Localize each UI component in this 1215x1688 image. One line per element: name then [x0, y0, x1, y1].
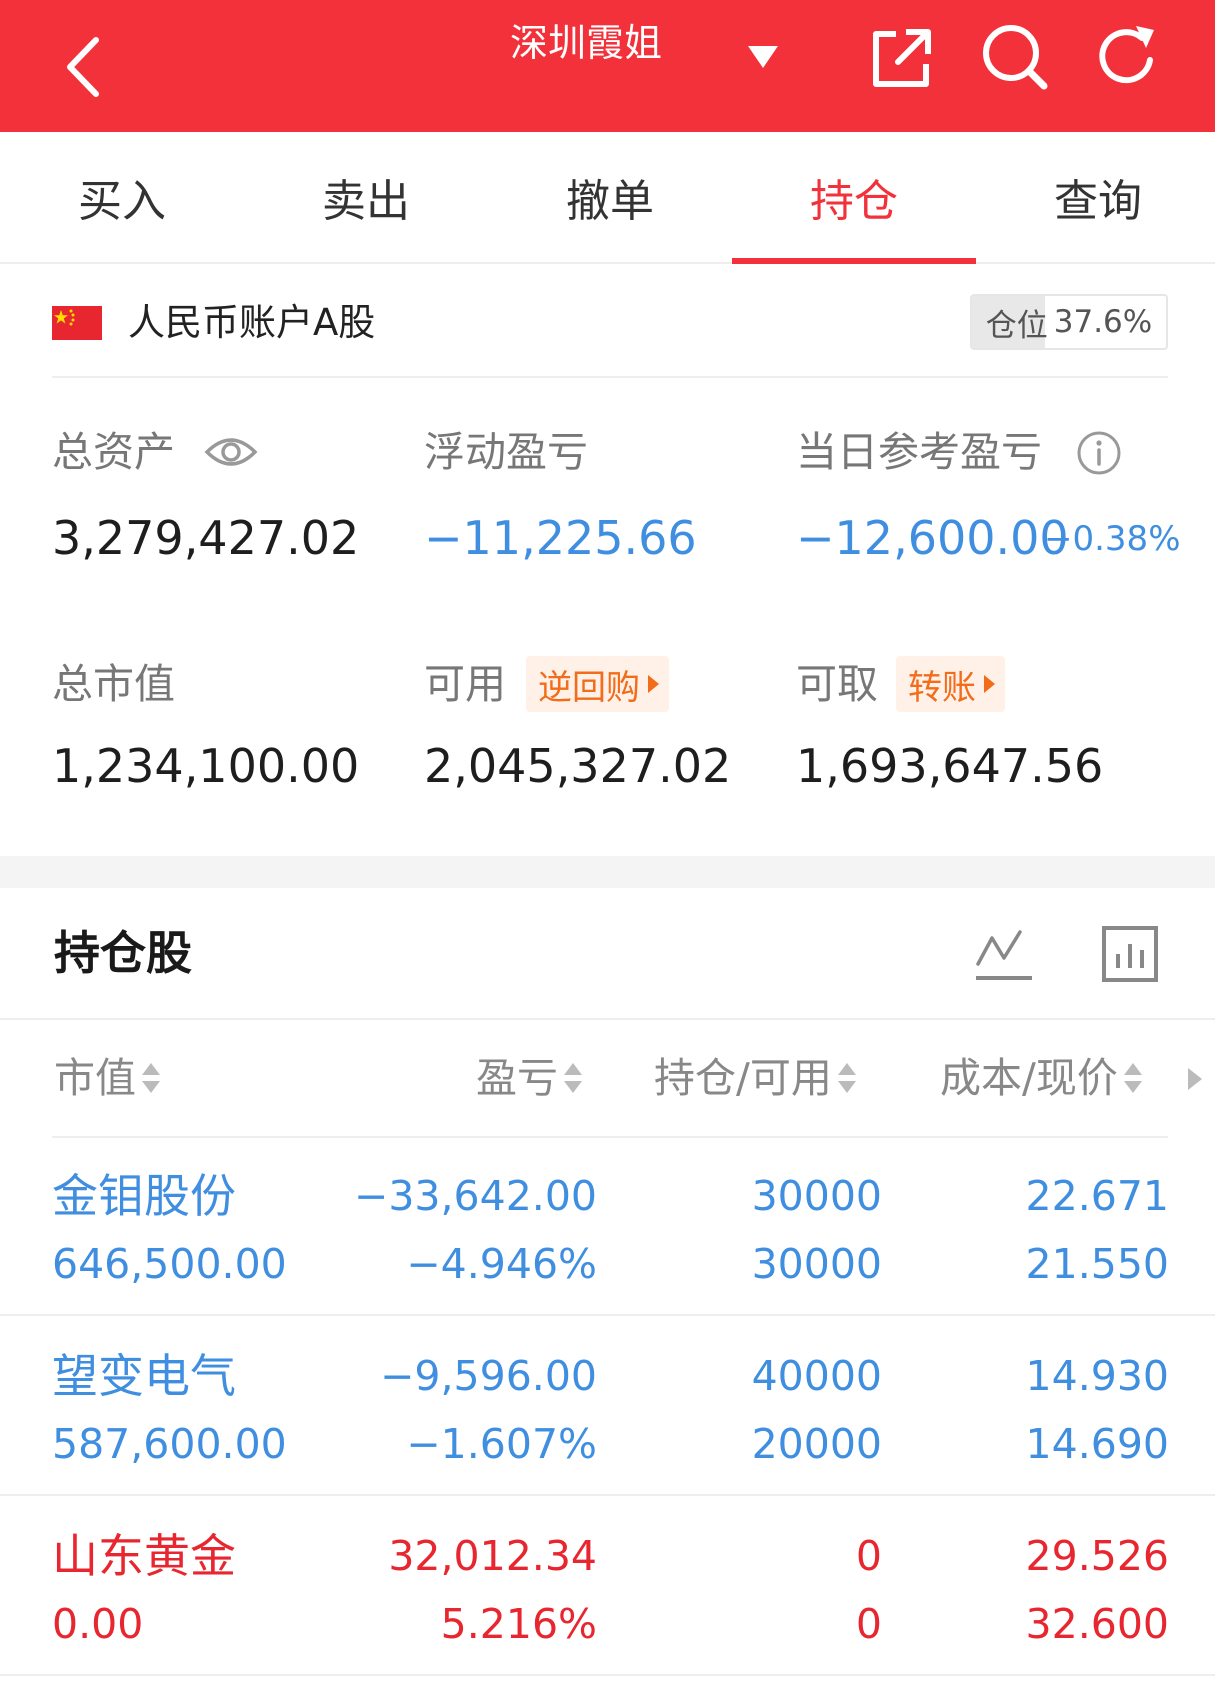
stock-cost: 29.526: [1025, 1532, 1169, 1580]
account-switcher[interactable]: 深圳霞姐: [510, 18, 662, 68]
stock-pnl: −33,642.00: [353, 1172, 597, 1220]
stock-name: 山东黄金: [52, 1529, 236, 1583]
col-cost-price[interactable]: 成本/现价: [940, 1050, 1144, 1106]
col-position[interactable]: 持仓/可用: [654, 1050, 858, 1106]
col-market-value-label: 市值: [54, 1054, 136, 1102]
sort-icon: [142, 1063, 160, 1093]
floating-pnl-value: −11,225.66: [424, 511, 697, 565]
bar-chart-icon[interactable]: [1100, 924, 1160, 984]
tab-buy[interactable]: 买入: [0, 132, 244, 262]
tab-query[interactable]: 查询: [976, 132, 1215, 262]
col-cost-price-label: 成本/现价: [940, 1054, 1118, 1102]
refresh-icon[interactable]: [1090, 20, 1164, 94]
stock-pnl: −9,596.00: [380, 1352, 597, 1400]
holdings-title: 持仓股: [54, 926, 192, 980]
divider: [0, 1018, 1215, 1020]
withdrawable-value: 1,693,647.56: [796, 739, 1104, 793]
col-position-label: 持仓/可用: [654, 1054, 832, 1102]
stock-price: 32.600: [1025, 1600, 1169, 1648]
market-value-value: 1,234,100.00: [52, 739, 360, 793]
page-title[interactable]: 深圳霞姐: [510, 18, 662, 68]
col-market-value[interactable]: 市值: [54, 1050, 162, 1106]
stock-position: 0: [855, 1532, 882, 1580]
stock-available: 0: [855, 1600, 882, 1648]
position-value: 37.6%: [1053, 304, 1153, 340]
total-assets-value: 3,279,427.02: [52, 511, 360, 565]
trade-tabs: 买入 卖出 撤单 持仓 查询: [0, 132, 1215, 264]
account-row: 人民币账户A股 仓位 37.6%: [52, 290, 1168, 378]
floating-pnl-label: 浮动盈亏: [424, 428, 588, 476]
arrow-right-icon: [984, 675, 995, 693]
stock-cost: 14.930: [1025, 1352, 1169, 1400]
search-icon[interactable]: [978, 20, 1052, 94]
stock-market-value: 587,600.00: [52, 1420, 287, 1468]
back-icon[interactable]: [56, 22, 116, 112]
stock-available: 20000: [751, 1420, 882, 1468]
caret-down-icon[interactable]: [746, 44, 780, 70]
stock-position: 30000: [751, 1172, 882, 1220]
stock-price: 14.690: [1025, 1420, 1169, 1468]
reverse-repo-label: 逆回购: [538, 667, 640, 708]
eye-icon[interactable]: [204, 432, 258, 472]
top-bar: 深圳霞姐: [0, 0, 1215, 132]
table-row[interactable]: 金钼股份 646,500.00 −33,642.00 −4.946% 30000…: [0, 1138, 1215, 1316]
available-label: 可用: [424, 660, 506, 708]
stock-market-value: 0.00: [52, 1600, 144, 1648]
active-tab-indicator: [732, 258, 976, 264]
line-chart-icon[interactable]: [974, 924, 1034, 984]
sort-icon: [1123, 1063, 1142, 1093]
position-badge: 仓位 37.6%: [970, 294, 1168, 350]
transfer-label: 转账: [908, 667, 976, 708]
col-pnl[interactable]: 盈亏: [476, 1050, 584, 1106]
share-icon[interactable]: [866, 24, 936, 94]
tab-sell[interactable]: 卖出: [244, 132, 488, 262]
stock-pnl-percent: −1.607%: [406, 1420, 597, 1468]
stock-name: 望变电气: [52, 1349, 236, 1403]
info-icon[interactable]: [1076, 430, 1122, 476]
account-name: 人民币账户A股: [128, 301, 376, 344]
market-value-label: 总市值: [52, 660, 175, 708]
daily-pnl-percent: −0.38%: [1044, 519, 1181, 559]
stock-available: 30000: [751, 1240, 882, 1288]
col-pnl-label: 盈亏: [476, 1054, 558, 1102]
daily-pnl-label: 当日参考盈亏: [796, 428, 1042, 476]
total-assets-label: 总资产: [52, 428, 175, 476]
arrow-right-icon: [648, 675, 659, 693]
reverse-repo-button[interactable]: 逆回购: [526, 656, 669, 712]
section-divider: [0, 856, 1215, 888]
position-label: 仓位: [985, 307, 1048, 344]
stock-position: 40000: [751, 1352, 882, 1400]
sort-icon: [564, 1063, 582, 1093]
tab-cancel-order[interactable]: 撤单: [488, 132, 732, 262]
daily-pnl-value: −12,600.00: [796, 511, 1069, 565]
table-row[interactable]: 山东黄金 0.00 32,012.34 5.216% 0 0 29.526 32…: [0, 1498, 1215, 1676]
transfer-button[interactable]: 转账: [896, 656, 1005, 712]
withdrawable-label: 可取: [796, 660, 878, 708]
stock-cost: 22.671: [1025, 1172, 1169, 1220]
stock-pnl-percent: 5.216%: [440, 1600, 597, 1648]
available-value: 2,045,327.02: [424, 739, 732, 793]
stock-pnl-percent: −4.946%: [406, 1240, 597, 1288]
stock-price: 21.550: [1025, 1240, 1169, 1288]
table-row[interactable]: 望变电气 587,600.00 −9,596.00 −1.607% 40000 …: [0, 1318, 1215, 1496]
stock-pnl: 32,012.34: [388, 1532, 597, 1580]
scroll-right-icon[interactable]: [1186, 1066, 1204, 1092]
sort-icon: [837, 1063, 856, 1093]
tab-holdings[interactable]: 持仓: [732, 132, 976, 262]
stock-name: 金钼股份: [52, 1169, 236, 1223]
china-flag-icon: [52, 306, 102, 340]
stock-market-value: 646,500.00: [52, 1240, 287, 1288]
